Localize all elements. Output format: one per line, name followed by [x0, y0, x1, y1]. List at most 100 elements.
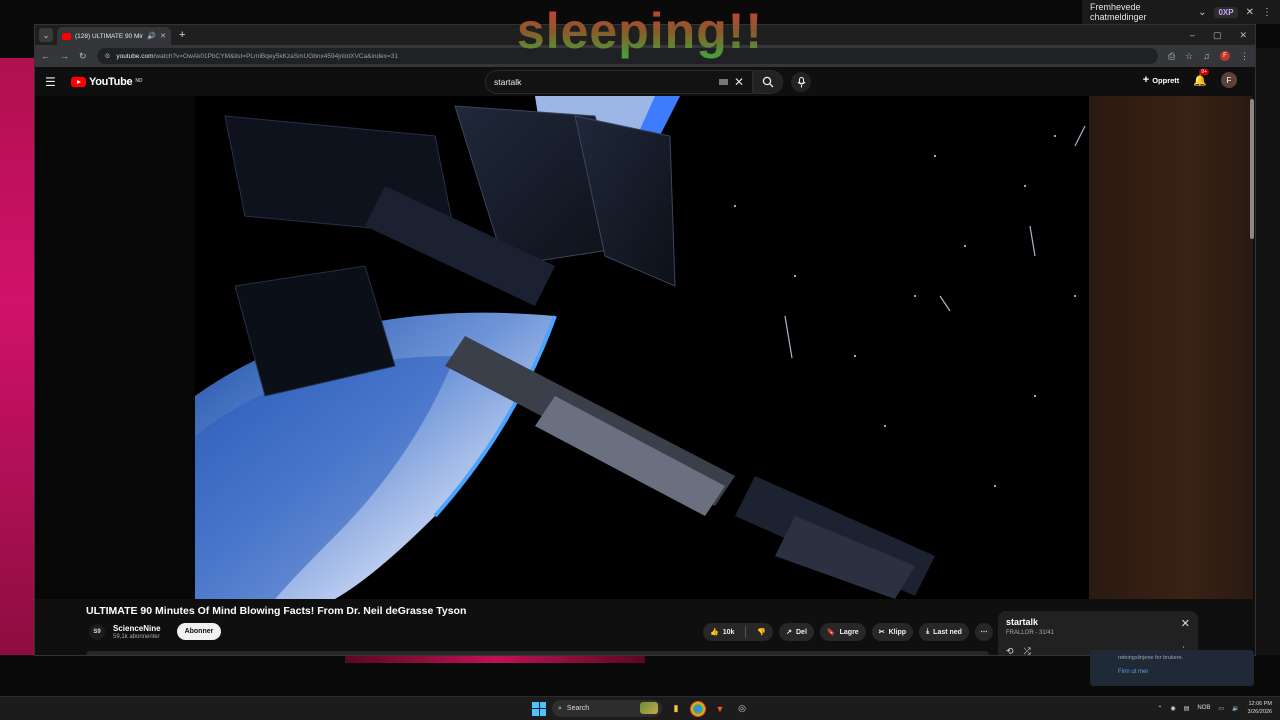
youtube-header: ☰ YouTube NO startalk ✕ + Opprett 🔔 9+ F: [35, 67, 1255, 97]
search-highlight-art: [640, 702, 658, 714]
search-query: startalk: [494, 77, 522, 87]
youtube-play-icon: [71, 77, 86, 87]
brave-icon[interactable]: ▼: [712, 701, 728, 717]
install-app-icon[interactable]: ⎙: [1168, 51, 1175, 62]
plus-icon: +: [1142, 74, 1150, 86]
volume-icon[interactable]: 🔉: [1232, 705, 1239, 712]
language-indicator[interactable]: NOB: [1197, 705, 1210, 711]
like-count: 10k: [722, 628, 735, 636]
minimize-icon[interactable]: –: [1190, 30, 1195, 41]
bookmark-star-icon[interactable]: ☆: [1185, 51, 1193, 62]
subscriber-count: 59,1k abonnenter: [113, 633, 160, 640]
file-explorer-icon[interactable]: ▮: [668, 701, 684, 717]
forward-icon[interactable]: →: [60, 51, 69, 61]
tray-app-icon[interactable]: ◉: [1170, 705, 1175, 712]
thumbs-up-icon: 👍: [710, 629, 719, 636]
share-button[interactable]: ↗ Del: [779, 623, 814, 641]
notification-toast: retningslinjene for brukere. Finn ut mer: [1090, 650, 1254, 686]
bell-icon: 🔔: [1193, 74, 1207, 87]
side-ambient-glow: [1089, 96, 1253, 599]
chevron-down-icon[interactable]: ⌄: [1198, 7, 1206, 18]
share-label: Del: [796, 628, 807, 636]
download-label: Last ned: [933, 628, 962, 636]
keyboard-icon[interactable]: [718, 79, 728, 85]
youtube-logo-text: YouTube: [89, 76, 133, 88]
stream-backdrop-left: [0, 58, 36, 663]
search-input[interactable]: startalk ✕: [485, 70, 753, 94]
browser-profile-avatar[interactable]: F: [1220, 51, 1230, 61]
learn-more-link[interactable]: Finn ut mer: [1118, 669, 1226, 675]
close-window-icon[interactable]: ✕: [1239, 30, 1247, 41]
playlist-title[interactable]: startalk: [1006, 617, 1190, 627]
stream-overlay-text: sleeping!!: [470, 2, 810, 60]
playlist-subtitle: FRALLOR - 31/41: [1006, 630, 1055, 636]
search-button[interactable]: [753, 70, 783, 94]
chrome-icon[interactable]: [690, 700, 706, 717]
url-host: youtube.com: [116, 52, 154, 60]
windows-start-icon[interactable]: [532, 701, 546, 716]
speaker-icon[interactable]: 🔊: [147, 32, 156, 40]
save-button[interactable]: 🔖 Lagre: [819, 623, 866, 641]
chat-highlight-bar[interactable]: Fremhevede chatmeldinger ⌄ 0XP ✕ ⋮: [1082, 0, 1280, 24]
site-info-icon[interactable]: ⚙: [105, 52, 111, 60]
back-icon[interactable]: ←: [41, 51, 50, 61]
like-button[interactable]: 👍 10k: [703, 623, 741, 641]
video-title: ULTIMATE 90 Minutes Of Mind Blowing Fact…: [86, 605, 467, 617]
close-tab-icon[interactable]: ✕: [160, 32, 166, 40]
tab-youtube[interactable]: (128) ULTIMATE 90 Minute 🔊 ✕: [57, 27, 171, 45]
create-label: Opprett: [1152, 75, 1180, 85]
notifications-button[interactable]: 🔔 9+: [1193, 68, 1209, 87]
taskbar-search[interactable]: ⌕ Search: [552, 700, 662, 717]
youtube-logo[interactable]: YouTube NO: [71, 76, 143, 88]
url-path: /watch?v=OwAk01PbCYM&list=PLmlBqey5kKzaS…: [153, 52, 399, 60]
reload-icon[interactable]: ↻: [79, 51, 87, 62]
bookmark-icon: 🔖: [826, 629, 836, 636]
notification-count-badge: 9+: [1199, 68, 1209, 75]
notification-text: retningslinjene for brukere.: [1118, 655, 1184, 661]
save-label: Lagre: [839, 628, 859, 636]
shuffle-icon[interactable]: ⤮: [1024, 646, 1031, 655]
more-actions-button[interactable]: ⋯: [974, 623, 993, 641]
clock-date: 3/26/2026: [1247, 709, 1272, 715]
channel-name[interactable]: ScienceNine: [113, 624, 161, 633]
clear-search-icon[interactable]: ✕: [734, 75, 744, 89]
voice-search-button[interactable]: [791, 72, 811, 92]
tab-title: (128) ULTIMATE 90 Minute: [75, 32, 143, 40]
share-icon: ↗: [786, 629, 792, 636]
video-player[interactable]: [35, 96, 1089, 599]
avatar[interactable]: F: [1221, 72, 1237, 88]
create-button[interactable]: + Opprett: [1143, 74, 1180, 86]
clock[interactable]: 12:06 PM 3/26/2026: [1248, 700, 1272, 716]
tray-flag-icon[interactable]: ▤: [1184, 705, 1190, 712]
close-icon[interactable]: ✕: [1246, 7, 1254, 18]
search-icon: ⌕: [558, 704, 562, 712]
download-button[interactable]: ⤓ Last ned: [919, 623, 969, 641]
scrollbar-thumb[interactable]: [1250, 99, 1254, 239]
loop-icon[interactable]: ⟲: [1006, 646, 1014, 655]
subscribe-button[interactable]: Abonner: [176, 623, 222, 640]
xp-badge: 0XP: [1214, 6, 1238, 18]
taskbar: ⌕ Search ▮ ▼ ◎ ⌃ ◉ ▤ NOB ▭ 🔉 12:06 PM 3/…: [0, 696, 1280, 720]
screen: Fremhevede chatmeldinger ⌄ 0XP ✕ ⋮ ⌄ (12…: [0, 0, 1280, 720]
new-tab-button[interactable]: +: [175, 29, 189, 41]
more-vertical-icon[interactable]: ⋮: [1262, 7, 1272, 18]
channel-avatar[interactable]: S9: [89, 623, 105, 640]
divider: [745, 626, 747, 638]
dislike-button[interactable]: 👎: [750, 623, 773, 641]
media-control-icon[interactable]: ♫: [1203, 51, 1210, 61]
window-controls: – ▢ ✕: [1190, 30, 1255, 41]
clip-button[interactable]: ✂ Klipp: [871, 623, 914, 641]
maximize-icon[interactable]: ▢: [1213, 30, 1222, 41]
tray-overflow-icon[interactable]: ⌃: [1157, 705, 1162, 712]
browser-menu-icon[interactable]: ⋮: [1240, 51, 1249, 62]
scissors-icon: ✂: [878, 629, 885, 636]
description-box[interactable]: [86, 651, 989, 655]
video-frame-space-station: [35, 96, 1089, 599]
close-playlist-icon[interactable]: ✕: [1181, 617, 1190, 630]
page-scrollbar[interactable]: [1250, 97, 1254, 653]
obs-icon[interactable]: ◎: [734, 701, 750, 717]
menu-icon[interactable]: ☰: [45, 75, 59, 89]
tab-search-button[interactable]: ⌄: [39, 28, 53, 42]
chat-highlight-label: Fremhevede chatmeldinger: [1090, 2, 1147, 22]
network-icon[interactable]: ▭: [1218, 705, 1224, 712]
